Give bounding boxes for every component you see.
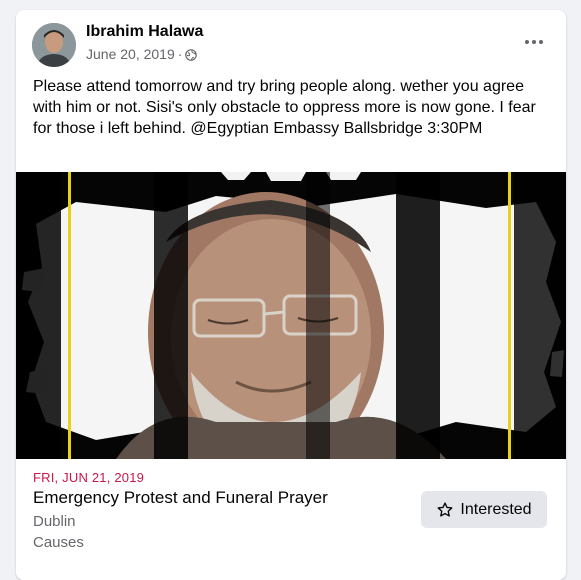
event-category: Causes <box>33 534 84 551</box>
event-title[interactable]: Emergency Protest and Funeral Prayer <box>33 488 328 508</box>
avatar[interactable] <box>32 23 76 67</box>
event-location: Dublin <box>33 513 76 530</box>
meta-separator: · <box>177 46 183 62</box>
author-name[interactable]: Ibrahim Halawa <box>86 23 203 41</box>
interested-label: Interested <box>460 500 532 518</box>
event-cover-image[interactable] <box>16 172 566 459</box>
post-text: Please attend tomorrow and try bring peo… <box>33 78 536 137</box>
post-meta: June 20, 2019 · <box>86 46 198 62</box>
post-card: Ibrahim Halawa June 20, 2019 · Please at… <box>16 10 566 580</box>
more-horizontal-icon <box>525 40 529 44</box>
more-options-button[interactable] <box>516 28 552 56</box>
event-info[interactable]: FRI, JUN 21, 2019 Emergency Protest and … <box>16 459 566 580</box>
event-date: FRI, JUN 21, 2019 <box>33 470 145 485</box>
post-date[interactable]: June 20, 2019 <box>86 46 175 62</box>
interested-button[interactable]: Interested <box>421 491 547 528</box>
globe-icon <box>185 48 198 61</box>
star-outline-icon <box>436 501 454 519</box>
post-header: Ibrahim Halawa June 20, 2019 · <box>16 10 566 74</box>
